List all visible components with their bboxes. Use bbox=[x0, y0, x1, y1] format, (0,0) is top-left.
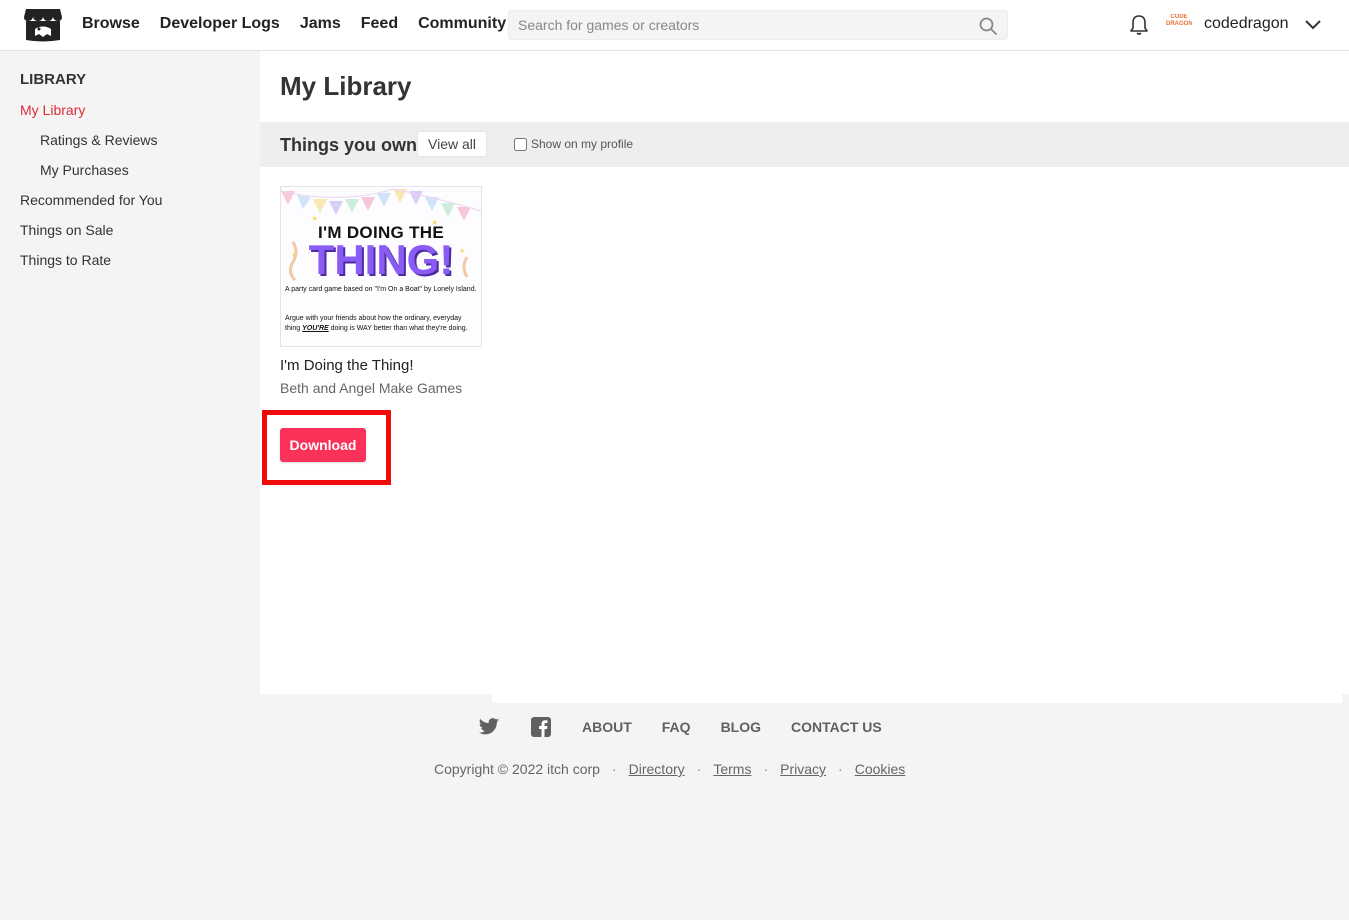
library-sidebar: LIBRARY My Library Ratings & Reviews My … bbox=[0, 51, 260, 920]
show-on-profile-checkbox[interactable] bbox=[514, 137, 527, 151]
cover-desc-emphasis: YOU'RE bbox=[302, 324, 329, 332]
itchio-logo-icon[interactable] bbox=[23, 7, 63, 43]
game-cover-image[interactable]: ★ ★ ★ ★ I'M DOING THE THING! A party car… bbox=[280, 186, 482, 347]
library-main: My Library Things you own View all Show … bbox=[260, 51, 1349, 694]
owned-section-header: Things you own View all Show on my profi… bbox=[260, 122, 1349, 167]
download-button[interactable]: Download bbox=[280, 428, 366, 462]
sidebar-item-my-library[interactable]: My Library bbox=[20, 102, 85, 118]
separator: · bbox=[763, 761, 769, 777]
game-card: ★ ★ ★ ★ I'M DOING THE THING! A party car… bbox=[280, 186, 482, 396]
sidebar-item-my-purchases[interactable]: My Purchases bbox=[40, 162, 129, 178]
footer-contact-link[interactable]: CONTACT US bbox=[791, 719, 882, 735]
search-box bbox=[508, 10, 1008, 40]
footer-about-link[interactable]: ABOUT bbox=[582, 719, 632, 735]
cover-description-2: Argue with your friends about how the or… bbox=[285, 314, 478, 333]
copyright-line: Copyright © 2022 itch corp · Directory ·… bbox=[434, 761, 905, 777]
main-nav: Browse Developer Logs Jams Feed Communit… bbox=[82, 14, 526, 34]
footer-terms-link[interactable]: Terms bbox=[713, 761, 751, 777]
show-on-profile-label: Show on my profile bbox=[531, 137, 634, 151]
show-on-profile-toggle[interactable]: Show on my profile bbox=[514, 137, 633, 151]
search-input[interactable] bbox=[509, 11, 1007, 39]
sidebar-item-things-to-rate[interactable]: Things to Rate bbox=[20, 252, 111, 268]
footer-faq-link[interactable]: FAQ bbox=[662, 719, 691, 735]
avatar[interactable]: CODE DRAGON bbox=[1166, 14, 1192, 34]
search-icon[interactable] bbox=[979, 17, 997, 35]
top-navbar: Browse Developer Logs Jams Feed Communit… bbox=[0, 0, 1349, 51]
cover-title-line2: THING! bbox=[308, 236, 454, 283]
view-all-button[interactable]: View all bbox=[417, 131, 487, 157]
chevron-down-icon[interactable] bbox=[1303, 16, 1323, 34]
sidebar-item-recommended[interactable]: Recommended for You bbox=[20, 192, 162, 208]
footer-links: ABOUT FAQ BLOG CONTACT US bbox=[478, 717, 912, 737]
footer-privacy-link[interactable]: Privacy bbox=[780, 761, 826, 777]
footer-directory-link[interactable]: Directory bbox=[629, 761, 685, 777]
separator: · bbox=[696, 761, 702, 777]
separator: · bbox=[611, 761, 617, 777]
nav-browse[interactable]: Browse bbox=[82, 14, 140, 34]
svg-text:★: ★ bbox=[311, 214, 318, 223]
sidebar-item-things-on-sale[interactable]: Things on Sale bbox=[20, 222, 113, 238]
footer-divider-strip bbox=[492, 694, 1342, 703]
nav-feed[interactable]: Feed bbox=[361, 14, 398, 34]
copyright-text: Copyright © 2022 itch corp bbox=[434, 761, 600, 777]
game-author[interactable]: Beth and Angel Make Games bbox=[280, 380, 482, 396]
nav-developer-logs[interactable]: Developer Logs bbox=[160, 14, 280, 34]
section-title: Things you own bbox=[280, 135, 417, 155]
cover-desc-part-c: doing is WAY better than what they're do… bbox=[328, 324, 468, 332]
sidebar-item-ratings-reviews[interactable]: Ratings & Reviews bbox=[40, 132, 158, 148]
username[interactable]: codedragon bbox=[1204, 15, 1289, 33]
nav-jams[interactable]: Jams bbox=[300, 14, 341, 34]
footer-cookies-link[interactable]: Cookies bbox=[855, 761, 906, 777]
cover-description-1: A party card game based on "I'm On a Boa… bbox=[285, 286, 477, 293]
sidebar-heading: LIBRARY bbox=[20, 71, 87, 88]
twitter-icon[interactable] bbox=[478, 717, 500, 737]
separator: · bbox=[838, 761, 843, 777]
footer-blog-link[interactable]: BLOG bbox=[721, 719, 761, 735]
game-title[interactable]: I'm Doing the Thing! bbox=[280, 357, 482, 374]
facebook-icon[interactable] bbox=[530, 717, 552, 737]
nav-community[interactable]: Community bbox=[418, 14, 506, 34]
page-title: My Library bbox=[280, 71, 412, 101]
notifications-bell-icon[interactable] bbox=[1129, 14, 1149, 36]
